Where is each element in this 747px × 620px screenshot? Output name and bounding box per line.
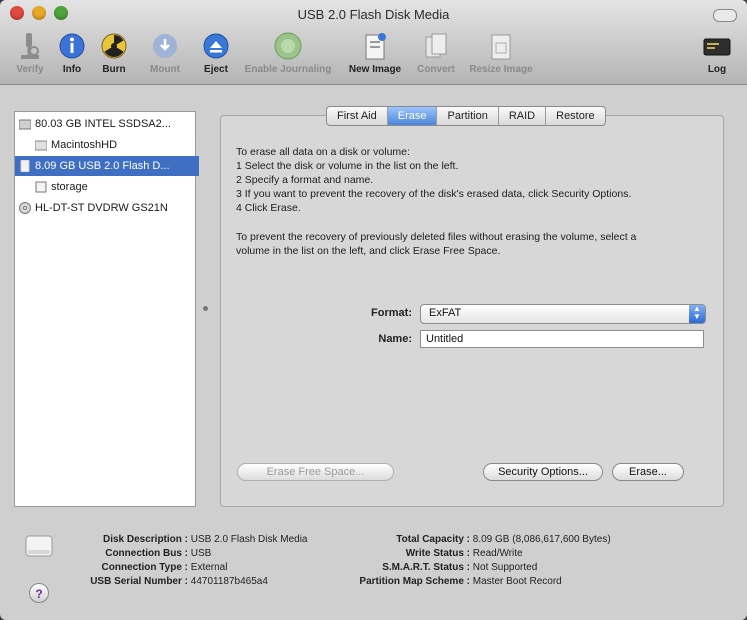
usb-drive-icon xyxy=(19,159,31,173)
log-button[interactable]: Log xyxy=(700,30,734,75)
convert-button[interactable]: Convert xyxy=(412,30,460,75)
erase-free-space-instructions: To prevent the recovery of previously de… xyxy=(236,231,637,257)
info-button[interactable]: Info xyxy=(55,30,89,75)
mount-button[interactable]: Mount xyxy=(145,30,185,75)
tab-partition[interactable]: Partition xyxy=(437,107,499,125)
volume-item-macintoshhd[interactable]: MacintoshHD xyxy=(15,135,215,155)
microscope-icon xyxy=(14,30,46,62)
disk-item-intel-ssd[interactable]: 80.03 GB INTEL SSDSA2... xyxy=(15,114,199,134)
disk-item-usb-flash[interactable]: 8.09 GB USB 2.0 Flash D... xyxy=(15,156,199,176)
tab-erase[interactable]: Erase xyxy=(387,107,438,125)
volume-name-input[interactable] xyxy=(420,330,704,348)
journal-icon xyxy=(272,30,304,62)
disk-utility-window: USB 2.0 Flash Disk Media Verify Info Bur… xyxy=(0,0,747,620)
tab-raid[interactable]: RAID xyxy=(499,107,547,125)
optical-drive-icon xyxy=(19,202,31,214)
disk-list[interactable]: 80.03 GB INTEL SSDSA2... MacintoshHD 8.0… xyxy=(14,111,199,507)
resize-image-button[interactable]: Resize Image xyxy=(466,30,536,75)
titlebar-toolbar: USB 2.0 Flash Disk Media Verify Info Bur… xyxy=(0,0,747,85)
volume-item-storage[interactable]: storage xyxy=(15,177,215,197)
new-image-button[interactable]: New Image xyxy=(344,30,406,75)
radiation-icon xyxy=(98,30,130,62)
format-label: Format: xyxy=(371,307,412,319)
convert-icon xyxy=(420,30,452,62)
disk-info-right: Total Capacity : 8.09 GB (8,086,617,600 … xyxy=(359,534,611,587)
window-title: USB 2.0 Flash Disk Media xyxy=(297,7,450,22)
burn-button[interactable]: Burn xyxy=(96,30,132,75)
hard-drive-icon xyxy=(18,118,32,130)
tab-first-aid[interactable]: First Aid xyxy=(327,107,388,125)
volume-icon xyxy=(35,181,47,193)
mount-icon xyxy=(149,30,181,62)
erase-free-space-button[interactable]: Erase Free Space... xyxy=(237,463,394,481)
disk-info-left: Disk Description : USB 2.0 Flash Disk Me… xyxy=(90,534,308,587)
select-arrows-icon: ▲ ▼ xyxy=(689,305,705,323)
split-view-handle[interactable] xyxy=(203,306,208,311)
security-options-button[interactable]: Security Options... xyxy=(483,463,603,481)
tab-bar: First Aid Erase Partition RAID Restore xyxy=(326,106,606,126)
format-select[interactable]: ExFAT ▲ ▼ xyxy=(420,304,706,324)
name-label: Name: xyxy=(378,333,412,345)
erase-instructions: To erase all data on a disk or volume: 1… xyxy=(236,146,632,214)
verify-button[interactable]: Verify xyxy=(10,30,50,75)
eject-icon xyxy=(200,30,232,62)
disk-item-dvd-drive[interactable]: HL-DT-ST DVDRW GS21N xyxy=(15,198,199,218)
new-image-icon xyxy=(359,30,391,62)
info-icon xyxy=(56,30,88,62)
toolbar-toggle-button[interactable] xyxy=(713,9,737,22)
enable-journaling-button[interactable]: Enable Journaling xyxy=(240,30,336,75)
erase-button[interactable]: Erase... xyxy=(612,463,684,481)
help-button[interactable]: ? xyxy=(29,583,49,603)
tab-restore[interactable]: Restore xyxy=(546,107,605,125)
volume-icon xyxy=(34,139,48,151)
log-console-icon xyxy=(701,30,733,62)
eject-button[interactable]: Eject xyxy=(198,30,234,75)
resize-image-icon xyxy=(485,30,517,62)
usb-disk-icon xyxy=(24,532,54,560)
